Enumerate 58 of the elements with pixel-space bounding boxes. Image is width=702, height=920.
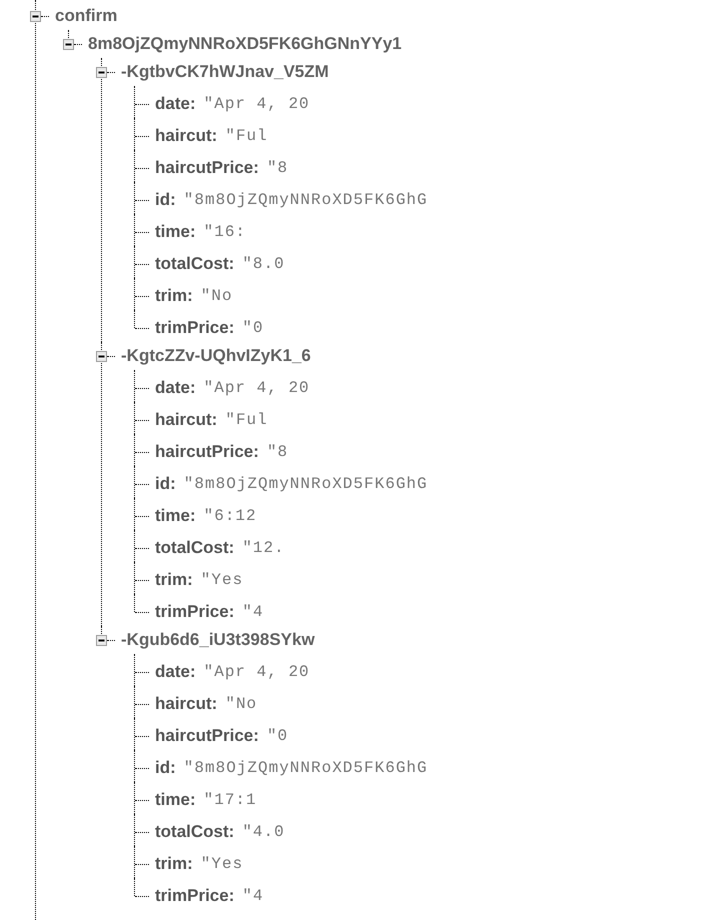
field-key: date: bbox=[155, 662, 196, 682]
field-value: "0 bbox=[242, 319, 264, 337]
field-value: "8m8OjZQmyNNRoXD5FK6GhG bbox=[184, 759, 428, 777]
collapse-icon[interactable] bbox=[96, 634, 107, 646]
field-key: trimPrice: bbox=[155, 318, 234, 338]
field-value: "8m8OjZQmyNNRoXD5FK6GhG bbox=[184, 475, 428, 493]
field-value: "Apr 4, 20 bbox=[204, 379, 310, 397]
field-value: "Apr 4, 20 bbox=[204, 95, 310, 113]
field-value: "No bbox=[225, 695, 258, 713]
field-value: "8 bbox=[266, 443, 288, 461]
field-value: "17:1 bbox=[204, 791, 257, 809]
field-value: "Apr 4, 20 bbox=[204, 663, 310, 681]
field-key: date: bbox=[155, 378, 196, 398]
field-key: time: bbox=[155, 506, 196, 526]
field-value: "8.0 bbox=[242, 255, 285, 273]
field-key: id: bbox=[155, 474, 176, 494]
field-key: trimPrice: bbox=[155, 886, 234, 906]
field-key: haircut: bbox=[155, 126, 218, 146]
field-key: totalCost: bbox=[155, 254, 234, 274]
field-key: totalCost: bbox=[155, 822, 234, 842]
field-key: id: bbox=[155, 758, 176, 778]
field-key: haircutPrice: bbox=[155, 726, 259, 746]
field-key: trimPrice: bbox=[155, 602, 234, 622]
collapse-icon[interactable] bbox=[63, 38, 74, 50]
node-key[interactable]: 8m8OjZQmyNNRoXD5FK6GhGNnYYy1 bbox=[88, 34, 402, 54]
field-key: haircut: bbox=[155, 694, 218, 714]
field-key: trim: bbox=[155, 570, 193, 590]
collapse-icon[interactable] bbox=[96, 350, 107, 362]
field-key: date: bbox=[155, 94, 196, 114]
field-value: "Ful bbox=[225, 411, 268, 429]
field-value: "8 bbox=[266, 159, 288, 177]
field-key: totalCost: bbox=[155, 538, 234, 558]
node-key[interactable]: -KgtcZZv-UQhvIZyK1_6 bbox=[121, 346, 311, 366]
field-key: haircutPrice: bbox=[155, 442, 259, 462]
field-value: "16: bbox=[204, 223, 246, 241]
field-value: "8m8OjZQmyNNRoXD5FK6GhG bbox=[184, 191, 428, 209]
field-value: "No bbox=[200, 287, 233, 305]
field-key: haircutPrice: bbox=[155, 158, 259, 178]
field-value: "12. bbox=[242, 539, 285, 557]
field-key: time: bbox=[155, 222, 196, 242]
field-value: "Yes bbox=[200, 571, 244, 589]
node-key[interactable]: -KgtbvCK7hWJnav_V5ZM bbox=[121, 62, 329, 82]
field-value: "Yes bbox=[200, 855, 244, 873]
field-value: "4 bbox=[242, 603, 264, 621]
field-key: haircut: bbox=[155, 410, 218, 430]
field-value: "6:12 bbox=[204, 507, 257, 525]
collapse-icon[interactable] bbox=[30, 10, 41, 22]
field-value: "0 bbox=[266, 727, 288, 745]
field-key: trim: bbox=[155, 854, 193, 874]
field-key: id: bbox=[155, 190, 176, 210]
field-key: time: bbox=[155, 790, 196, 810]
field-value: "4 bbox=[242, 887, 264, 905]
field-value: "4.0 bbox=[242, 823, 285, 841]
field-value: "Ful bbox=[225, 127, 268, 145]
node-key[interactable]: confirm bbox=[55, 6, 118, 26]
node-key[interactable]: -Kgub6d6_iU3t398SYkw bbox=[121, 630, 315, 650]
collapse-icon[interactable] bbox=[96, 66, 107, 78]
field-key: trim: bbox=[155, 286, 193, 306]
